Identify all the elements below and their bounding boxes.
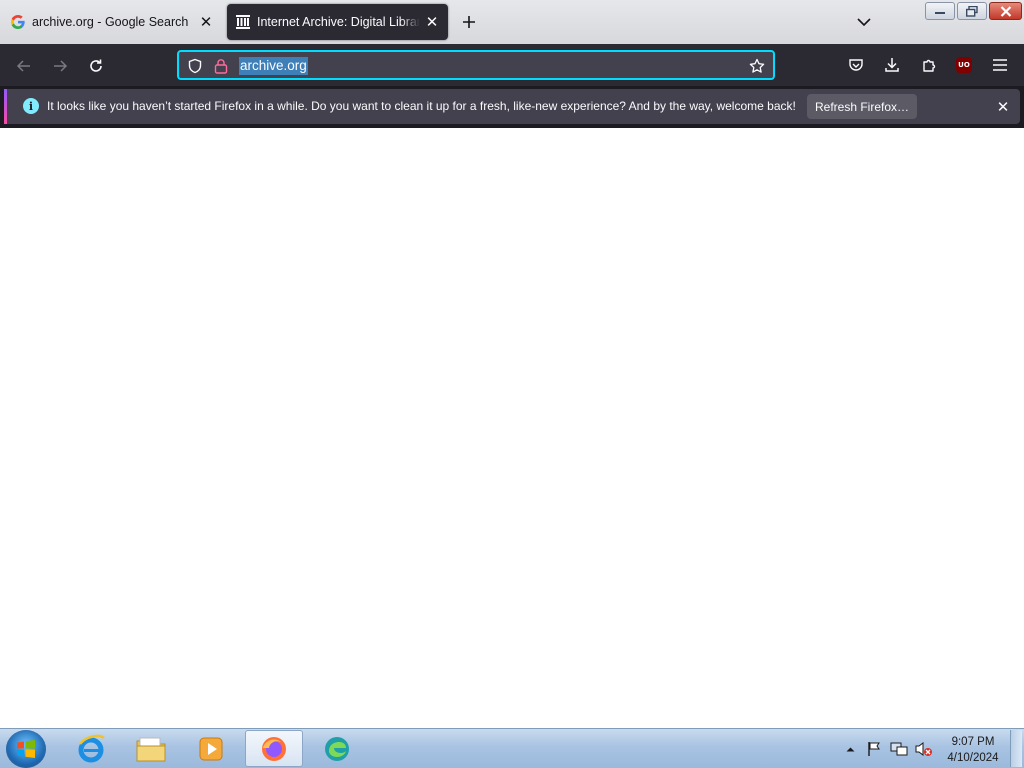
plus-icon [463, 16, 475, 28]
ublock-origin-icon: UO [956, 57, 972, 73]
minimize-button[interactable] [925, 2, 955, 20]
list-all-tabs-button[interactable] [852, 10, 876, 34]
close-icon [1000, 5, 1011, 17]
extensions-button[interactable] [916, 52, 942, 78]
taskbar: 9:07 PM 4/10/2024 [0, 728, 1024, 768]
close-window-button[interactable] [989, 2, 1022, 20]
chevron-down-icon [857, 18, 871, 27]
forward-arrow-icon [54, 60, 68, 72]
tab-bar: archive.org - Google Search ✕ Internet A… [0, 0, 1024, 44]
edge-icon [325, 736, 349, 761]
show-desktop-button[interactable] [1010, 730, 1022, 767]
pocket-icon [849, 59, 863, 71]
tab-google-search[interactable]: archive.org - Google Search ✕ [2, 4, 222, 40]
taskbar-edge[interactable] [308, 730, 366, 767]
volume-button[interactable] [913, 729, 935, 768]
page-content [0, 128, 1024, 728]
flag-icon [868, 742, 880, 756]
clock-time: 9:07 PM [951, 736, 995, 748]
bookmark-star-icon[interactable] [747, 56, 767, 76]
tracking-protection-shield-icon[interactable] [185, 56, 205, 76]
taskbar-media-player[interactable] [182, 730, 240, 767]
google-g-icon [10, 14, 26, 30]
taskbar-firefox[interactable] [245, 730, 303, 767]
taskbar-file-explorer[interactable] [122, 730, 180, 767]
windows-logo-icon [17, 740, 35, 758]
notification-message: It looks like you haven’t started Firefo… [47, 99, 796, 113]
show-hidden-icons-button[interactable] [842, 729, 858, 768]
clock-date: 4/10/2024 [947, 752, 999, 764]
hamburger-menu-icon [993, 59, 1007, 71]
back-arrow-icon [16, 60, 30, 72]
puzzle-piece-icon [923, 59, 936, 72]
notification-bar: i It looks like you haven’t started Fire… [0, 86, 1024, 128]
close-tab-icon[interactable]: ✕ [420, 10, 444, 34]
reload-button[interactable] [82, 52, 110, 80]
tab-title: archive.org - Google Search [32, 15, 189, 29]
taskbar-internet-explorer[interactable] [62, 730, 120, 767]
chevron-up-icon [846, 747, 854, 752]
network-icon [890, 742, 908, 756]
back-button[interactable] [10, 52, 38, 80]
url-text[interactable]: archive.org [239, 57, 308, 75]
new-tab-button[interactable] [456, 9, 482, 35]
tab-title: Internet Archive: Digital Library of Fre… [257, 15, 420, 29]
download-icon [885, 58, 899, 72]
app-menu-button[interactable] [987, 52, 1013, 78]
address-bar[interactable]: archive.org [177, 50, 775, 80]
start-button[interactable] [6, 730, 46, 768]
lock-icon[interactable] [211, 56, 231, 76]
pocket-button[interactable] [843, 52, 869, 78]
refresh-firefox-notification: i It looks like you haven’t started Fire… [4, 89, 1020, 124]
info-icon: i [23, 98, 39, 114]
media-player-icon [199, 737, 223, 760]
volume-muted-icon [915, 742, 932, 756]
downloads-button[interactable] [879, 52, 905, 78]
archive-building-icon [235, 14, 251, 30]
forward-button[interactable] [46, 52, 74, 80]
network-button[interactable] [888, 729, 910, 768]
action-center-button[interactable] [864, 729, 884, 768]
system-clock[interactable]: 9:07 PM 4/10/2024 [940, 734, 1006, 766]
restore-button[interactable] [957, 2, 987, 20]
file-explorer-icon [136, 737, 166, 761]
refresh-firefox-button[interactable]: Refresh Firefox… [807, 94, 917, 119]
internet-explorer-icon [78, 734, 105, 762]
firefox-icon [262, 736, 286, 761]
close-tab-icon[interactable]: ✕ [194, 10, 218, 34]
restore-icon [966, 5, 978, 17]
ublock-origin-button[interactable]: UO [951, 52, 977, 78]
reload-icon [90, 59, 102, 72]
minimize-icon [935, 12, 945, 14]
tab-internet-archive[interactable]: Internet Archive: Digital Library of Fre… [227, 4, 448, 40]
close-notification-icon[interactable]: ✕ [991, 95, 1015, 119]
